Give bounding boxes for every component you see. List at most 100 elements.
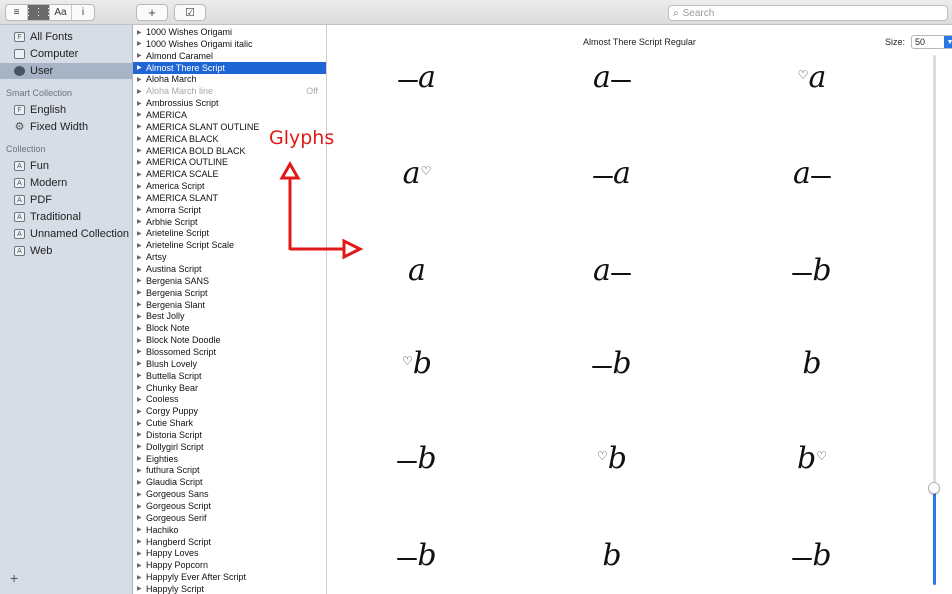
glyph-cell[interactable]: b: [557, 525, 667, 585]
sidebar-item-fixed-width[interactable]: ⚙ Fixed Width: [0, 119, 132, 135]
disclosure-triangle-icon[interactable]: ▶: [137, 420, 146, 427]
disclosure-triangle-icon[interactable]: ▶: [137, 585, 146, 592]
disclosure-triangle-icon[interactable]: ▶: [137, 479, 146, 486]
disclosure-triangle-icon[interactable]: ▶: [137, 230, 146, 237]
font-list[interactable]: ▶ 1000 Wishes Origami ▶ 1000 Wishes Origami…: [133, 25, 327, 594]
disclosure-triangle-icon[interactable]: ▶: [137, 183, 146, 190]
font-list-item[interactable]: ▶ Chunky Bear: [133, 382, 326, 394]
disclosure-triangle-icon[interactable]: ▶: [137, 574, 146, 581]
font-list-item[interactable]: ▶ 1000 Wishes Origami italic: [133, 38, 326, 50]
font-list-item[interactable]: ▶ AMERICA SLANT: [133, 192, 326, 204]
glyph-cell[interactable]: b: [757, 333, 867, 393]
disclosure-triangle-icon[interactable]: ▶: [137, 431, 146, 438]
font-list-item[interactable]: ▶ Amorra Script: [133, 204, 326, 216]
search-field[interactable]: ⌕ Search: [668, 5, 948, 21]
glyph-cell[interactable]: b: [362, 525, 472, 585]
disclosure-triangle-icon[interactable]: ▶: [137, 52, 146, 59]
glyph-cell[interactable]: a: [757, 143, 867, 203]
font-list-item[interactable]: ▶ 1000 Wishes Origami: [133, 26, 326, 38]
font-list-item[interactable]: ▶ Almost There Script: [133, 61, 326, 74]
disclosure-triangle-icon[interactable]: ▶: [137, 301, 146, 308]
disclosure-triangle-icon[interactable]: ▶: [137, 206, 146, 213]
disclosure-triangle-icon[interactable]: ▶: [137, 88, 146, 95]
font-list-item[interactable]: ▶ Distoria Script: [133, 429, 326, 441]
glyph-cell[interactable]: b: [757, 525, 867, 585]
disclosure-triangle-icon[interactable]: ▶: [137, 159, 146, 166]
disclosure-triangle-icon[interactable]: ▶: [137, 40, 146, 47]
font-list-item[interactable]: ▶ Happy Popcorn: [133, 559, 326, 571]
sample-view-icon[interactable]: Aa: [50, 5, 72, 20]
disclosure-triangle-icon[interactable]: ▶: [137, 266, 146, 273]
sidebar-item-modern[interactable]: A Modern: [0, 175, 132, 191]
font-list-item[interactable]: ▶ Dollygirl Script: [133, 441, 326, 453]
disclosure-triangle-icon[interactable]: ▶: [137, 218, 146, 225]
glyph-cell[interactable]: a: [557, 47, 667, 107]
size-select[interactable]: 50 ▼: [911, 35, 952, 49]
font-list-item[interactable]: ▶ Eighties: [133, 453, 326, 465]
font-list-item[interactable]: ▶ Arbhie Script: [133, 216, 326, 228]
font-list-item[interactable]: ▶ Arieteline Script: [133, 227, 326, 239]
disclosure-triangle-icon[interactable]: ▶: [137, 171, 146, 178]
sidebar-item-english[interactable]: F English: [0, 102, 132, 118]
disclosure-triangle-icon[interactable]: ▶: [137, 491, 146, 498]
disclosure-triangle-icon[interactable]: ▶: [137, 384, 146, 391]
glyph-cell[interactable]: b: [362, 428, 472, 488]
font-list-item[interactable]: ▶ Cutie Shark: [133, 417, 326, 429]
disclosure-triangle-icon[interactable]: ▶: [137, 135, 146, 142]
glyph-cell[interactable]: b ♡: [757, 428, 867, 488]
sidebar-item-all-fonts[interactable]: F All Fonts: [0, 29, 132, 45]
disclosure-triangle-icon[interactable]: ▶: [137, 29, 146, 36]
sidebar-item-user[interactable]: User: [0, 63, 132, 79]
disclosure-triangle-icon[interactable]: ▶: [137, 360, 146, 367]
font-list-item[interactable]: ▶ Bergenia Script: [133, 287, 326, 299]
font-list-item[interactable]: ▶ Happy Loves: [133, 547, 326, 559]
disclosure-triangle-icon[interactable]: ▶: [137, 514, 146, 521]
glyph-cell[interactable]: b: [557, 333, 667, 393]
disclosure-triangle-icon[interactable]: ▶: [137, 455, 146, 462]
font-list-item[interactable]: ▶ Block Note Doodle: [133, 334, 326, 346]
font-list-item[interactable]: ▶ Cooless: [133, 393, 326, 405]
disclosure-triangle-icon[interactable]: ▶: [137, 111, 146, 118]
disclosure-triangle-icon[interactable]: ▶: [137, 503, 146, 510]
font-list-item[interactable]: ▶ Gorgeous Serif: [133, 512, 326, 524]
font-list-item[interactable]: ▶ Aloha March: [133, 73, 326, 85]
validate-font-button[interactable]: ☑: [174, 4, 206, 21]
font-list-item[interactable]: ▶ Gorgeous Sans: [133, 488, 326, 500]
sidebar-item-fun[interactable]: A Fun: [0, 158, 132, 174]
disclosure-triangle-icon[interactable]: ▶: [137, 408, 146, 415]
sidebar-item-computer[interactable]: Computer: [0, 46, 132, 62]
disclosure-triangle-icon[interactable]: ▶: [137, 194, 146, 201]
font-list-item[interactable]: ▶ Bergenia Slant: [133, 299, 326, 311]
grid-view-icon[interactable]: ⋮⋮⋮: [24, 5, 54, 20]
disclosure-triangle-icon[interactable]: ▶: [137, 550, 146, 557]
disclosure-triangle-icon[interactable]: ▶: [137, 242, 146, 249]
font-list-item[interactable]: ▶ Glaudia Script: [133, 476, 326, 488]
disclosure-triangle-icon[interactable]: ▶: [137, 396, 146, 403]
glyph-cell[interactable]: a: [362, 47, 472, 107]
font-list-item[interactable]: ▶ Corgy Puppy: [133, 405, 326, 417]
sidebar-item-traditional[interactable]: A Traditional: [0, 209, 132, 225]
disclosure-triangle-icon[interactable]: ▶: [137, 100, 146, 107]
glyph-cell[interactable]: ♡ a: [757, 47, 867, 107]
font-list-item[interactable]: ▶ Block Note: [133, 322, 326, 334]
font-list-item[interactable]: ▶ Bergenia SANS: [133, 275, 326, 287]
glyph-cell[interactable]: ♡ b: [362, 333, 472, 393]
disclosure-triangle-icon[interactable]: ▶: [137, 313, 146, 320]
font-list-item[interactable]: ▶ Blossomed Script: [133, 346, 326, 358]
font-list-item[interactable]: ▶ AMERICA: [133, 109, 326, 121]
disclosure-triangle-icon[interactable]: ▶: [137, 123, 146, 130]
glyph-cell[interactable]: a: [557, 143, 667, 203]
sidebar-item-unnamed-collection[interactable]: A Unnamed Collection: [0, 226, 132, 242]
glyph-cell[interactable]: b: [757, 240, 867, 300]
font-list-item[interactable]: ▶ futhura Script: [133, 464, 326, 476]
glyph-cell[interactable]: a ♡: [362, 143, 472, 203]
add-font-button[interactable]: +: [136, 4, 168, 21]
add-collection-button[interactable]: +: [10, 570, 18, 586]
disclosure-triangle-icon[interactable]: ▶: [137, 538, 146, 545]
font-list-item[interactable]: ▶ Hachiko: [133, 524, 326, 536]
glyph-cell[interactable]: ♡ b: [557, 428, 667, 488]
disclosure-triangle-icon[interactable]: ▶: [137, 64, 146, 71]
disclosure-triangle-icon[interactable]: ▶: [137, 147, 146, 154]
disclosure-triangle-icon[interactable]: ▶: [137, 443, 146, 450]
font-list-item[interactable]: ▶ Happyly Ever After Script: [133, 571, 326, 583]
